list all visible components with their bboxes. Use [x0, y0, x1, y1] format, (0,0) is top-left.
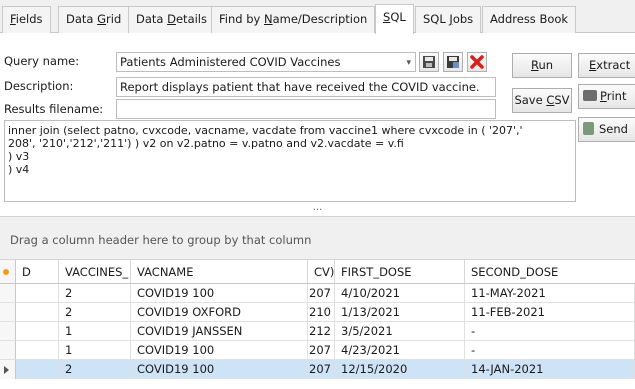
column-header-d[interactable]: D: [16, 260, 59, 284]
send-icon: [583, 122, 594, 135]
row-indicator[interactable]: [0, 284, 16, 303]
save-as-query-button[interactable]: [443, 52, 463, 72]
table-cell: 207: [308, 360, 335, 379]
table-cell: [16, 341, 59, 360]
table-cell: COVID19 100: [131, 360, 308, 379]
tab-bar: Fields Data Grid Data Details Find by Na…: [0, 0, 635, 34]
results-filename-label: Results filename:: [4, 102, 104, 116]
table-cell: 1: [59, 322, 131, 341]
table-cell: 212: [308, 322, 335, 341]
tab-find-by-name[interactable]: Find by Name/Description: [211, 6, 376, 33]
red-x-icon: [470, 55, 484, 69]
extract-button[interactable]: Extract: [578, 53, 635, 78]
column-header-vaccines[interactable]: VACCINES_: [59, 260, 131, 284]
query-name-label: Query name:: [4, 54, 80, 68]
table-cell: COVID19 100: [131, 341, 308, 360]
table-cell: COVID19 JANSSEN: [131, 322, 308, 341]
grid-corner: [0, 260, 16, 284]
tab-address-book[interactable]: Address Book: [482, 6, 577, 33]
sql-editor[interactable]: inner join (select patno, cvxcode, vacna…: [4, 120, 576, 202]
printer-icon: [583, 90, 597, 101]
floppy-disk-icon: [423, 56, 435, 68]
group-panel-hint: Drag a column header here to group by th…: [10, 233, 312, 247]
table-cell: 4/10/2021: [335, 284, 465, 303]
row-indicator-current[interactable]: [0, 360, 16, 379]
column-header-second-dose[interactable]: SECOND_DOSE: [465, 260, 635, 284]
table-cell: [16, 360, 59, 379]
table-cell: 1/13/2021: [335, 303, 465, 322]
table-cell: -: [465, 341, 635, 360]
tab-data-details[interactable]: Data Details: [128, 6, 215, 33]
table-cell: -: [465, 322, 635, 341]
table-cell: 2: [59, 360, 131, 379]
table-cell: [16, 322, 59, 341]
splitter-handle[interactable]: ...: [0, 203, 635, 216]
table-cell: [16, 303, 59, 322]
query-name-combo[interactable]: Patients Administered COVID Vaccines ▾: [116, 52, 416, 72]
chevron-down-icon: ▾: [406, 58, 411, 68]
save-as-icon: [447, 56, 459, 68]
tab-sql[interactable]: SQL: [375, 4, 414, 34]
row-indicator[interactable]: [0, 322, 16, 341]
query-name-value: Patients Administered COVID Vaccines: [120, 55, 341, 69]
table-cell: 2: [59, 303, 131, 322]
row-indicator[interactable]: [0, 303, 16, 322]
delete-query-button[interactable]: [467, 52, 487, 72]
tab-fields[interactable]: Fields: [2, 6, 51, 33]
results-grid[interactable]: D VACCINES_ VACNAME CV) FIRST_DOSE SECON…: [0, 260, 635, 389]
table-cell: 207: [308, 341, 335, 360]
results-filename-input[interactable]: [116, 99, 496, 119]
indicator-dot-icon: [3, 269, 9, 275]
current-row-arrow-icon: [4, 366, 9, 374]
tab-data-grid[interactable]: Data Grid: [58, 6, 130, 33]
save-csv-button[interactable]: Save CSV: [512, 88, 572, 113]
row-indicator[interactable]: [0, 341, 16, 360]
table-cell: 4/23/2021: [335, 341, 465, 360]
table-cell: 11-MAY-2021: [465, 284, 635, 303]
print-button[interactable]: Print: [578, 84, 635, 109]
column-header-cvx[interactable]: CV): [308, 260, 335, 284]
table-cell: 2: [59, 284, 131, 303]
description-input[interactable]: Report displays patient that have receiv…: [116, 77, 496, 97]
table-cell: 207: [308, 284, 335, 303]
description-label: Description:: [4, 79, 74, 93]
table-cell: [16, 284, 59, 303]
tab-sql-jobs[interactable]: SQL Jobs: [415, 6, 482, 33]
table-cell: COVID19 100: [131, 284, 308, 303]
save-query-button[interactable]: [419, 52, 439, 72]
table-cell: 14-JAN-2021: [465, 360, 635, 379]
table-cell: 12/15/2020: [335, 360, 465, 379]
table-cell: 210: [308, 303, 335, 322]
group-by-panel[interactable]: Drag a column header here to group by th…: [0, 216, 635, 260]
run-button[interactable]: Run: [512, 53, 572, 78]
column-header-vacname[interactable]: VACNAME: [131, 260, 308, 284]
send-button[interactable]: Send: [578, 117, 635, 142]
column-header-first-dose[interactable]: FIRST_DOSE: [335, 260, 465, 284]
table-cell: 11-FEB-2021: [465, 303, 635, 322]
table-cell: COVID19 OXFORD: [131, 303, 308, 322]
table-cell: 3/5/2021: [335, 322, 465, 341]
table-cell: 1: [59, 341, 131, 360]
